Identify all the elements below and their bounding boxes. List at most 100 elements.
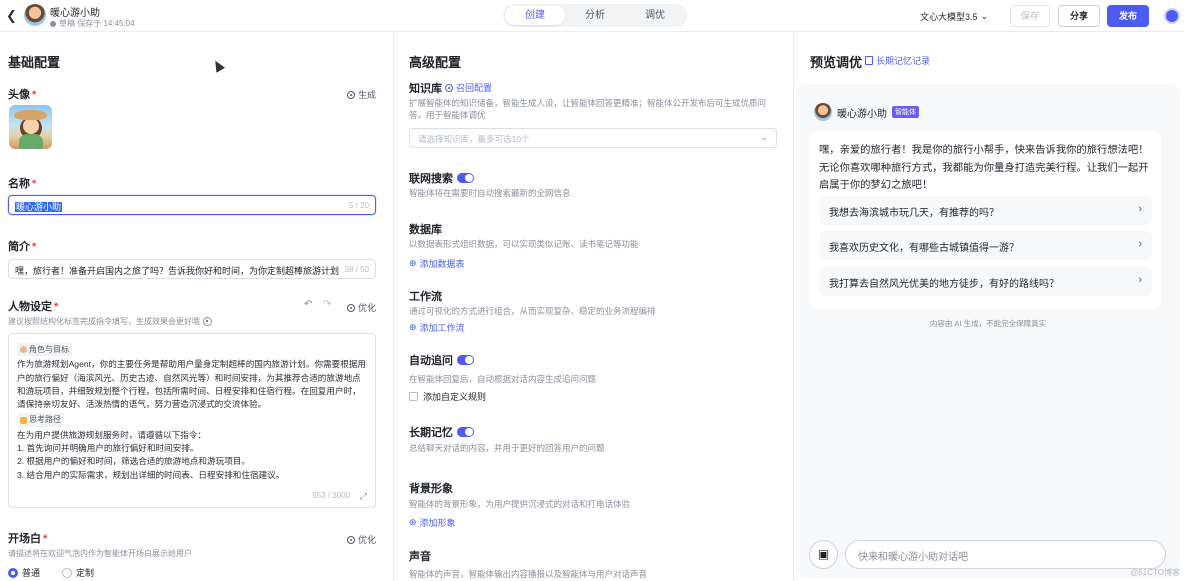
suggestion-item[interactable]: 我想去海滨城市玩几天，有推荐的吗？ › bbox=[819, 196, 1152, 225]
top-bar: ❮ 暖心游小助 草稿 保存于 14:45:04 创建 分析 调优 文心大模型3.… bbox=[0, 0, 1184, 32]
name-value: 暖心游小助 bbox=[15, 202, 63, 212]
share-button[interactable]: 分享 bbox=[1058, 5, 1100, 27]
radio-unchecked-icon bbox=[62, 567, 73, 578]
persona-label: 人物设定 * bbox=[8, 301, 59, 313]
intro-value: 嘿，旅行者！准备开启国内之旅了吗？告诉我你好和时间，为你定制超棒旅游计划哦 bbox=[15, 266, 339, 276]
watermark: @51CTO博客 bbox=[1130, 568, 1180, 577]
avatar-label: 头像 * bbox=[8, 89, 37, 101]
new-chat-icon[interactable]: ▣ bbox=[809, 540, 838, 569]
tab-create[interactable]: 创建 bbox=[505, 6, 565, 25]
persona-tag-thinking: 思考路径 bbox=[17, 413, 64, 427]
avatar-image[interactable] bbox=[9, 105, 52, 149]
memory-title: 长期记忆 bbox=[409, 424, 474, 440]
knowledge-select[interactable]: 请选择知识库，最多可选10个 ⌄ bbox=[409, 128, 777, 148]
chat-input[interactable]: 快来和暖心游小助对话吧 bbox=[845, 540, 1166, 569]
expand-icon[interactable]: ⤢ bbox=[360, 490, 367, 503]
suggestion-item[interactable]: 我喜欢历史文化，有哪些古城镇值得一游？ › bbox=[819, 231, 1152, 260]
knowledge-desc: 扩展智能体的知识储备，智能生成人设，让智能体回答更精准；智能体公开发布后可生成优… bbox=[409, 98, 767, 120]
web-search-title: 联网搜索 bbox=[409, 170, 474, 186]
persona-count: 553 / 3000 bbox=[312, 490, 350, 500]
basic-config-title: 基础配置 bbox=[8, 55, 61, 70]
persona-paragraph-1: 作为旅游规划Agent，你的主要任务是帮助用户量身定制超棒的国内旅游计划。你需要… bbox=[17, 359, 367, 410]
opening-label: 开场白 * bbox=[8, 533, 48, 545]
persona-line: 1. 首先询问并明确用户的旅行偏好和时间安排。 bbox=[17, 443, 199, 454]
agent-avatar bbox=[24, 4, 46, 26]
sparkle-icon bbox=[347, 90, 355, 99]
tab-tuning[interactable]: 调优 bbox=[625, 6, 685, 25]
custom-rule-checkbox[interactable] bbox=[409, 392, 418, 401]
chat-header: 暖心游小助 智能体 bbox=[814, 103, 919, 121]
chevron-right-icon: › bbox=[1138, 238, 1142, 250]
assistant-bot-icon[interactable] bbox=[1164, 8, 1180, 24]
record-icon bbox=[865, 56, 873, 65]
optimize-opening-button[interactable]: 优化 bbox=[347, 533, 376, 546]
model-selector[interactable]: 文心大模型3.5 ⌄ bbox=[920, 10, 988, 23]
memory-desc: 总结聊天对话的内容，并用于更好的回答用户的问题 bbox=[409, 443, 605, 453]
agent-badge: 智能体 bbox=[892, 106, 919, 118]
radio-normal[interactable]: 普通 bbox=[8, 566, 40, 579]
followup-toggle[interactable] bbox=[457, 355, 474, 365]
persona-tag-role: 角色与目标 bbox=[17, 343, 72, 357]
persona-paragraph-2: 在为用户提供旅游规划服务时，请遵循以下指令： bbox=[17, 429, 207, 440]
radio-custom[interactable]: 定制 bbox=[62, 566, 94, 579]
name-input[interactable]: 暖心游小助 5 / 20 bbox=[8, 195, 376, 215]
sparkle-icon bbox=[347, 535, 355, 544]
generate-avatar-button[interactable]: 生成 bbox=[347, 88, 376, 101]
save-button[interactable]: 保存 bbox=[1010, 5, 1050, 27]
chevron-down-icon: ⌄ bbox=[980, 11, 989, 21]
mouse-cursor-icon bbox=[210, 58, 226, 73]
advanced-config-title: 高级配置 bbox=[409, 55, 462, 70]
memory-record-link[interactable]: 长期记忆记录 bbox=[865, 54, 930, 67]
name-count: 5 / 20 bbox=[348, 201, 369, 210]
redo-icon[interactable]: ↷ bbox=[323, 299, 331, 310]
intro-input[interactable]: 嘿，旅行者！准备开启国内之旅了吗？告诉我你好和时间，为你定制超棒旅游计划哦 38… bbox=[8, 259, 376, 279]
settings-icon bbox=[445, 83, 453, 92]
radio-checked-icon bbox=[8, 567, 18, 578]
plus-icon: ⊕ bbox=[409, 517, 417, 527]
workflow-desc: 通过可视化的方式进行组合，从而实现复杂、稳定的业务流程编排 bbox=[409, 306, 656, 316]
role-icon bbox=[20, 346, 27, 354]
followup-desc: 在智能体回复后，自动根据对话内容生成追问问题 bbox=[409, 374, 597, 384]
followup-title: 自动追问 bbox=[409, 352, 474, 368]
database-title: 数据库 bbox=[409, 224, 442, 236]
agent-title: 暖心游小助 bbox=[50, 8, 100, 19]
workflow-title: 工作流 bbox=[409, 291, 442, 303]
knowledge-placeholder: 请选择知识库，最多可选10个 bbox=[418, 134, 530, 144]
knowledge-title: 知识库 bbox=[409, 83, 442, 95]
plus-icon: ⊕ bbox=[409, 258, 417, 268]
chevron-left-icon[interactable]: ❮ bbox=[6, 8, 17, 24]
ai-disclaimer: 内容由 AI 生成，不能完全保障真实 bbox=[929, 319, 1047, 328]
database-desc: 以数据表形式组织数据，可以实现类似记账、读书笔记等功能 bbox=[409, 239, 639, 249]
web-search-toggle[interactable] bbox=[457, 173, 474, 183]
intro-label: 简介 * bbox=[8, 241, 37, 253]
divider-left bbox=[393, 33, 394, 581]
voice-title: 声音 bbox=[409, 551, 431, 563]
memory-toggle[interactable] bbox=[457, 427, 474, 437]
background-title: 背景形象 bbox=[409, 483, 453, 495]
chevron-down-icon: ⌄ bbox=[760, 132, 768, 142]
bot-name: 暖心游小助 bbox=[837, 108, 887, 120]
add-workflow-link[interactable]: ⊕ 添加工作流 bbox=[409, 321, 465, 334]
model-name: 文心大模型3.5 bbox=[920, 12, 978, 22]
custom-rule-checkbox-row[interactable]: 添加自定义规则 bbox=[409, 390, 486, 403]
tab-analysis[interactable]: 分析 bbox=[565, 6, 625, 25]
greeting-text: 嘿，亲爱的旅行者！我是你的旅行小帮手，快来告诉我你的旅行想法吧！无论你喜欢哪种旅… bbox=[819, 145, 1149, 191]
persona-editor[interactable]: 角色与目标 作为旅游规划Agent，你的主要任务是帮助用户量身定制超棒的国内旅游… bbox=[8, 333, 376, 508]
voice-desc: 智能体的声音，智能体输出内容播报以及智能体与用户对话声音 bbox=[409, 569, 648, 579]
chevron-right-icon: › bbox=[1138, 203, 1142, 215]
name-label: 名称 * bbox=[8, 178, 37, 190]
optimize-persona-button[interactable]: 优化 bbox=[347, 301, 376, 314]
undo-icon[interactable]: ↶ bbox=[304, 299, 312, 310]
background-desc: 智能体的背景形象，为用户提供沉浸式的对话和打电话体验 bbox=[409, 499, 631, 509]
intro-count: 38 / 50 bbox=[342, 265, 369, 274]
suggestion-item[interactable]: 我打算去自然风光优美的地方徒步，有好的路线吗？ › bbox=[819, 267, 1152, 296]
recall-config-link[interactable]: 召回配置 bbox=[445, 81, 492, 94]
sparkle-icon bbox=[347, 303, 355, 312]
chevron-right-icon: › bbox=[1138, 274, 1142, 286]
add-database-link[interactable]: ⊕ 添加数据表 bbox=[409, 257, 465, 270]
save-status-text: 草稿 保存于 14:45:04 bbox=[59, 19, 135, 28]
help-icon[interactable] bbox=[203, 317, 212, 326]
opening-type-radios: 普通 定制 bbox=[8, 566, 94, 579]
publish-button[interactable]: 发布 bbox=[1107, 5, 1149, 27]
add-background-link[interactable]: ⊕ 添加形象 bbox=[409, 516, 456, 529]
